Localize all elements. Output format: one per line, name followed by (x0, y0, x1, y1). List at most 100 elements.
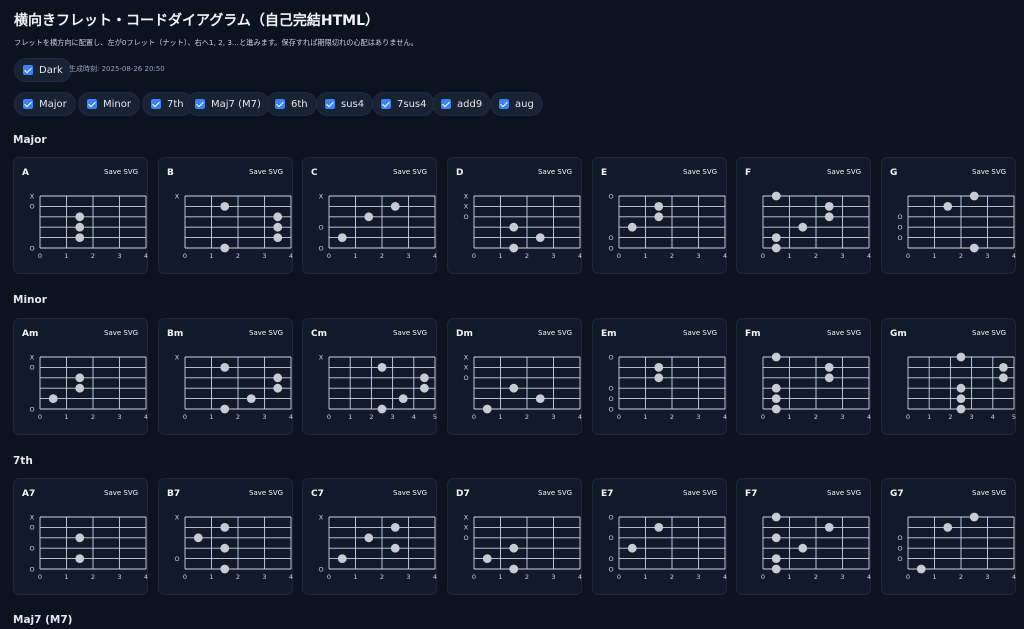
chord-name: C7 (311, 489, 324, 499)
filter-checkbox[interactable] (87, 99, 97, 109)
finger-dot (956, 352, 966, 362)
dark-toggle[interactable]: Dark (14, 58, 72, 82)
muted-string-marker: X (464, 524, 469, 532)
chord-card: D7 Save SVG 0 1 2 3 4 X X O (447, 478, 582, 595)
fret-number: 0 (183, 413, 187, 421)
fret-number: 0 (183, 252, 187, 260)
dark-checkbox[interactable] (23, 65, 33, 75)
save-svg-button[interactable]: Save SVG (827, 489, 861, 497)
save-svg-button[interactable]: Save SVG (393, 168, 427, 176)
save-svg-button[interactable]: Save SVG (827, 168, 861, 176)
muted-string-marker: X (464, 203, 469, 211)
filter-aug[interactable]: aug (490, 92, 543, 116)
muted-string-marker: X (30, 513, 35, 521)
filter-checkbox[interactable] (499, 99, 509, 109)
save-svg-button[interactable]: Save SVG (249, 489, 283, 497)
chord-diagram: 0 1 2 3 4OOO (897, 191, 1016, 260)
save-svg-button[interactable]: Save SVG (249, 168, 283, 176)
fret-number: 0 (327, 573, 331, 581)
filter-sus4[interactable]: sus4 (316, 92, 374, 116)
filter-checkbox[interactable] (23, 99, 33, 109)
save-svg-button[interactable]: Save SVG (538, 489, 572, 497)
filter-checkbox[interactable] (151, 99, 161, 109)
save-svg-button[interactable]: Save SVG (972, 489, 1006, 497)
finger-dot (999, 373, 1008, 383)
fret-number: 0 (327, 413, 331, 421)
save-svg-button[interactable]: Save SVG (972, 329, 1006, 337)
fret-number: 4 (867, 413, 871, 421)
filter-checkbox[interactable] (195, 99, 205, 109)
fret-number: 1 (209, 573, 213, 581)
open-string-marker: O (29, 524, 34, 532)
filter-label: 7th (167, 98, 184, 110)
filter-checkbox[interactable] (381, 99, 391, 109)
fret-number: 4 (433, 573, 437, 581)
fret-number: 2 (670, 573, 674, 581)
fret-number: 4 (991, 413, 995, 421)
chord-name: C (311, 168, 318, 178)
filter-add9[interactable]: add9 (432, 92, 492, 116)
finger-dot (482, 404, 492, 414)
save-svg-button[interactable]: Save SVG (393, 489, 427, 497)
save-svg-button[interactable]: Save SVG (683, 329, 717, 337)
filter-checkbox[interactable] (275, 99, 285, 109)
finger-dot (943, 202, 953, 211)
fret-number: 2 (959, 573, 963, 581)
muted-string-marker: X (319, 513, 324, 521)
filter-minor[interactable]: Minor (78, 92, 140, 116)
finger-dot (771, 243, 781, 253)
muted-string-marker: X (464, 192, 469, 200)
filter-major[interactable]: Major (14, 92, 76, 116)
finger-dot (48, 394, 58, 403)
save-svg-button[interactable]: Save SVG (104, 329, 138, 337)
chord-name: Gm (890, 329, 907, 339)
finger-dot (969, 512, 979, 522)
fret-number: 2 (236, 252, 240, 260)
filter-maj7-m7[interactable]: Maj7 (M7) (186, 92, 270, 116)
save-svg-button[interactable]: Save SVG (538, 329, 572, 337)
filter-6th[interactable]: 6th (266, 92, 317, 116)
open-string-marker: O (897, 555, 902, 563)
finger-dot (377, 404, 387, 414)
finger-dot (956, 404, 966, 414)
chord-diagram: 0 1 2 3 4XOO (29, 353, 148, 421)
fret-number: 1 (927, 413, 931, 421)
finger-dot (771, 191, 781, 201)
chord-diagram: 0 1 2 3 4 (761, 191, 871, 260)
open-string-marker: O (608, 565, 613, 573)
open-string-marker: O (29, 405, 34, 413)
save-svg-button[interactable]: Save SVG (104, 168, 138, 176)
fret-number: 2 (814, 413, 818, 421)
chord-card: G7 Save SVG 0 1 2 3 4 O O O (881, 478, 1016, 595)
fret-number: 1 (498, 252, 502, 260)
filter-checkbox[interactable] (325, 99, 335, 109)
save-svg-button[interactable]: Save SVG (683, 489, 717, 497)
save-svg-button[interactable]: Save SVG (972, 168, 1006, 176)
chord-name: B7 (167, 489, 181, 499)
chord-card: B7 Save SVG 0 1 2 3 4 X O (158, 478, 293, 595)
finger-dot (75, 383, 85, 393)
save-svg-button[interactable]: Save SVG (393, 329, 427, 337)
chord-name: A (22, 168, 29, 178)
chord-diagram: 0 1 2 3 4OOOO (608, 513, 727, 581)
chord-name: Em (601, 329, 617, 339)
filter-7sus4[interactable]: 7sus4 (372, 92, 436, 116)
finger-dot (246, 394, 256, 403)
chord-diagram: 0 1 2 3 4 X O (174, 513, 293, 581)
finger-dot (273, 383, 283, 393)
filter-checkbox[interactable] (441, 99, 451, 109)
save-svg-button[interactable]: Save SVG (683, 168, 717, 176)
fret-number: 3 (985, 573, 989, 581)
fret-number: 2 (380, 573, 384, 581)
fret-number: 3 (262, 413, 266, 421)
save-svg-button[interactable]: Save SVG (538, 168, 572, 176)
chord-card: D Save SVG 0 1 2 3 4 X X O (447, 157, 582, 274)
fret-number: 2 (369, 413, 373, 421)
save-svg-button[interactable]: Save SVG (104, 489, 138, 497)
save-svg-button[interactable]: Save SVG (827, 329, 861, 337)
muted-string-marker: X (319, 353, 324, 361)
finger-dot (509, 383, 519, 393)
open-string-marker: O (608, 395, 613, 403)
save-svg-button[interactable]: Save SVG (249, 329, 283, 337)
fret-number: 3 (970, 413, 974, 421)
